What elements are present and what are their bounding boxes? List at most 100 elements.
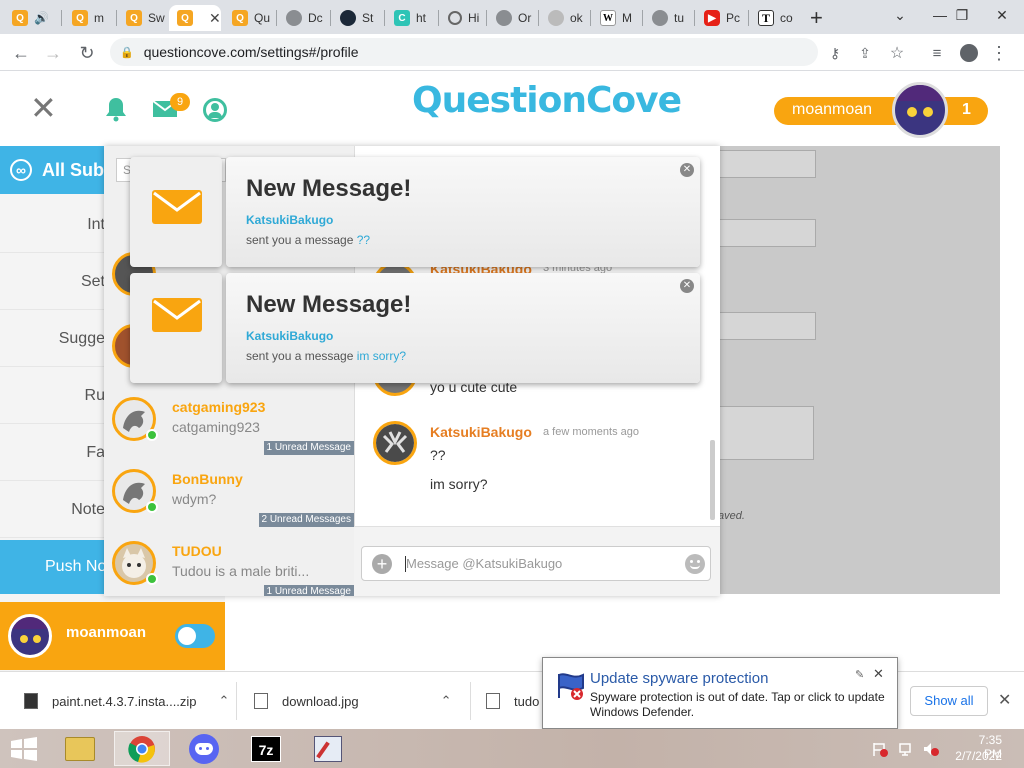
- message-text: im sorry?: [430, 476, 488, 492]
- notification-card[interactable]: New Message! KatsukiBakugo sent you a me…: [226, 157, 700, 267]
- menu-icon[interactable]: ⋮: [986, 40, 1012, 66]
- chat-list-item[interactable]: TUDOU Tudou is a male briti... 1 Unread …: [104, 541, 354, 596]
- online-indicator: [146, 573, 158, 585]
- tab-2[interactable]: Q m: [64, 5, 116, 31]
- share-icon[interactable]: ⇪: [852, 40, 878, 66]
- chrome-icon[interactable]: [114, 731, 170, 766]
- tab-9[interactable]: Hi: [440, 5, 492, 31]
- tab-8[interactable]: C ht: [386, 5, 438, 31]
- network-icon[interactable]: [898, 741, 914, 757]
- zip-file-icon: [24, 693, 38, 709]
- tab-3[interactable]: Q Sw: [118, 5, 168, 31]
- notification-card[interactable]: New Message! KatsukiBakugo sent you a me…: [226, 273, 700, 383]
- message-author[interactable]: KatsukiBakugo: [430, 424, 532, 440]
- sidebar-item-label: Ru: [84, 386, 105, 404]
- back-icon[interactable]: ←: [8, 40, 34, 66]
- chat-preview: catgaming923: [172, 419, 260, 435]
- volume-muted-icon[interactable]: [922, 741, 940, 757]
- taskbar: 7z 7:35 PM 2/7/2022: [0, 729, 1024, 768]
- windows-start-icon[interactable]: [10, 737, 38, 761]
- chat-list-item[interactable]: BonBunny wdym? 2 Unread Messages: [104, 469, 354, 541]
- tab-15[interactable]: T co: [750, 5, 802, 31]
- site-logo[interactable]: QuestionCove: [412, 80, 682, 121]
- online-indicator: [146, 429, 158, 441]
- close-icon[interactable]: ✕: [30, 90, 57, 126]
- user-icon[interactable]: [203, 98, 227, 122]
- profile-icon[interactable]: [956, 40, 982, 66]
- action-center-flag-icon[interactable]: [872, 741, 888, 757]
- download-item[interactable]: tudo: [486, 672, 546, 730]
- chat-scrollbar[interactable]: [710, 440, 715, 520]
- status-toggle[interactable]: [175, 624, 215, 648]
- notification-sender[interactable]: KatsukiBakugo: [246, 213, 333, 227]
- message-input[interactable]: + Message @KatsukiBakugo: [361, 546, 711, 581]
- globe-icon: [548, 10, 564, 26]
- profile-name: moanmoan: [66, 624, 147, 641]
- tab-title: Dc: [308, 11, 323, 25]
- tab-7[interactable]: St: [332, 5, 384, 31]
- notification-message-link[interactable]: ??: [357, 233, 370, 247]
- profile-avatar[interactable]: [8, 614, 52, 658]
- tab-active[interactable]: Q ✕: [169, 5, 221, 31]
- username-label: moanmoan: [792, 101, 873, 118]
- message-input-placeholder: Message @KatsukiBakugo: [406, 556, 563, 571]
- speaker-icon[interactable]: 🔊: [34, 11, 49, 25]
- tab-title: tu: [674, 11, 685, 25]
- questioncove-icon: Q: [12, 10, 28, 26]
- discord-icon[interactable]: [176, 731, 232, 766]
- notification-body: sent you a message ??: [246, 233, 370, 247]
- chevron-up-icon[interactable]: ⌃: [441, 693, 452, 709]
- chevron-up-icon[interactable]: ⌃: [219, 693, 230, 709]
- tab-11[interactable]: ok: [540, 5, 590, 31]
- bell-icon[interactable]: [104, 96, 128, 125]
- close-window-icon[interactable]: ✕: [980, 0, 1024, 30]
- user-pill[interactable]: moanmoan 1: [774, 97, 988, 125]
- close-notification-icon[interactable]: ✕: [680, 163, 694, 177]
- reload-icon[interactable]: ↻: [74, 40, 100, 66]
- restore-icon[interactable]: ❐: [940, 0, 984, 30]
- sidebar-profile-bar: moanmoan: [0, 602, 225, 670]
- message-avatar[interactable]: [373, 421, 417, 465]
- paintnet-icon[interactable]: [300, 731, 356, 766]
- questioncove-icon: Q: [232, 10, 248, 26]
- download-item[interactable]: paint.net.4.3.7.insta....zip ⌃: [24, 672, 234, 730]
- user-avatar[interactable]: [892, 82, 948, 138]
- clock-date[interactable]: 2/7/2022: [950, 749, 1002, 763]
- key-icon[interactable]: ⚷: [822, 40, 848, 66]
- show-all-button[interactable]: Show all: [910, 686, 988, 716]
- defender-flag-icon: [555, 670, 585, 700]
- download-item[interactable]: download.jpg ⌃: [254, 672, 454, 730]
- reading-list-icon[interactable]: ≡: [924, 40, 950, 66]
- forward-icon[interactable]: →: [40, 40, 66, 66]
- sidebar-item-label: Push No: [45, 558, 107, 575]
- tab-12[interactable]: W M: [592, 5, 642, 31]
- chat-name: TUDOU: [172, 543, 222, 559]
- chat-list-item[interactable]: catgaming923 catgaming923 1 Unread Messa…: [104, 397, 354, 469]
- 7zip-icon[interactable]: 7z: [238, 731, 294, 766]
- address-bar[interactable]: 🔒 questioncove.com/settings#/profile: [110, 38, 818, 66]
- bookmark-star-icon[interactable]: ☆: [884, 40, 910, 66]
- tab-10[interactable]: Or: [488, 5, 538, 31]
- new-tab-icon[interactable]: +: [810, 5, 823, 31]
- close-tab-icon[interactable]: ✕: [209, 10, 221, 27]
- tab-5[interactable]: Q Qu: [224, 5, 276, 31]
- tab-search-icon[interactable]: ⌄: [878, 0, 922, 30]
- notification-sender[interactable]: KatsukiBakugo: [246, 329, 333, 343]
- pin-icon[interactable]: ✎: [855, 668, 864, 681]
- unread-badge: 1 Unread Message: [263, 441, 354, 455]
- close-notification-icon[interactable]: ✕: [680, 279, 694, 293]
- points-count: 1: [962, 101, 971, 118]
- add-attachment-icon[interactable]: +: [372, 554, 392, 574]
- tab-13[interactable]: tu: [644, 5, 694, 31]
- tab-1[interactable]: Q 🔊: [4, 5, 60, 31]
- file-explorer-icon[interactable]: [52, 731, 108, 766]
- tab-6[interactable]: Dc: [278, 5, 330, 31]
- message-time: a few moments ago: [543, 426, 639, 438]
- chat-name: BonBunny: [172, 471, 243, 487]
- defender-toast[interactable]: Update spyware protection Spyware protec…: [542, 657, 898, 729]
- close-toast-icon[interactable]: ✕: [873, 666, 884, 682]
- emoji-icon[interactable]: [685, 554, 705, 574]
- tab-14[interactable]: ▶ Pc: [696, 5, 748, 31]
- notification-message-link[interactable]: im sorry?: [357, 349, 406, 363]
- close-download-bar-icon[interactable]: ✕: [998, 690, 1011, 710]
